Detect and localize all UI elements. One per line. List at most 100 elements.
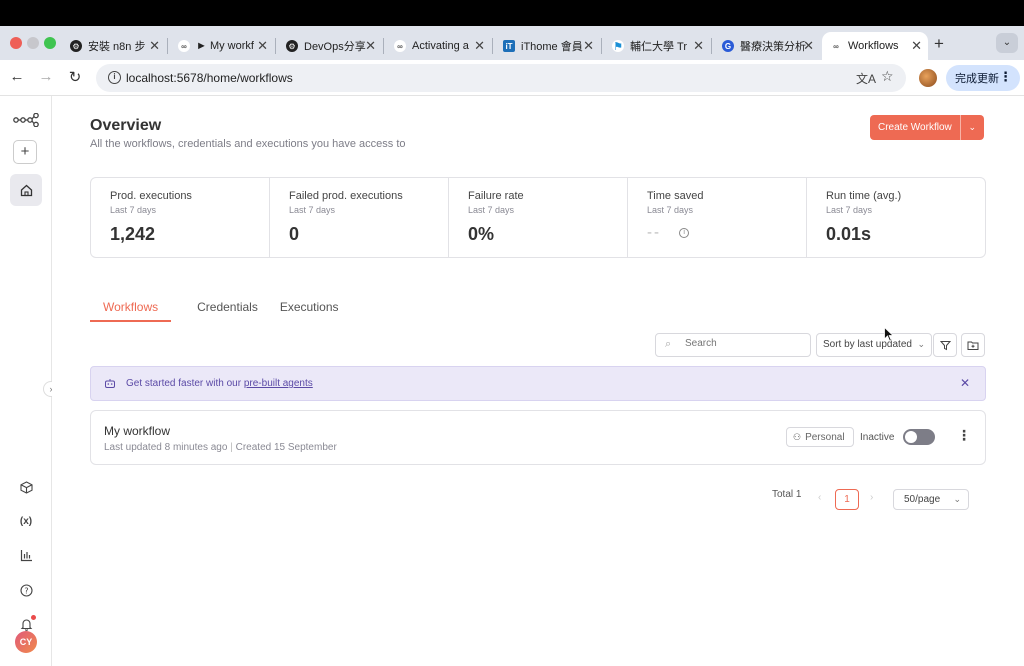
info-icon[interactable]: i — [679, 228, 690, 239]
browser-tab[interactable]: ∞ Activating a ✕ — [384, 32, 491, 60]
workflow-menu-kebab-icon[interactable]: ⋮ — [957, 428, 971, 442]
create-workflow-button-group: Create Workflow ⌄ — [870, 115, 984, 140]
reload-button[interactable]: ↻ — [66, 68, 84, 86]
browser-tab[interactable]: ⚙ 安裝 n8n 步 ✕ — [60, 32, 166, 60]
stat-prod-executions[interactable]: Prod. executions Last 7 days 1,242 — [91, 178, 270, 257]
app-sidebar: + › (x) ? CY — [0, 96, 59, 666]
close-tab-icon[interactable]: ✕ — [693, 39, 704, 53]
create-workflow-button[interactable]: Create Workflow — [870, 115, 960, 140]
n8n-icon: ∞ — [394, 40, 406, 52]
n8n-icon: ∞ — [830, 40, 842, 52]
close-tab-icon[interactable]: ✕ — [365, 39, 376, 53]
close-tab-icon[interactable]: ✕ — [149, 39, 160, 53]
filter-icon — [939, 340, 951, 350]
back-button[interactable]: ← — [8, 68, 26, 85]
sidebar-item-home[interactable] — [10, 174, 42, 206]
resource-tabs: Workflows Credentials Executions — [90, 294, 361, 322]
google-icon: G — [722, 40, 734, 52]
chevron-down-icon: ⌄ — [917, 339, 925, 349]
url-text[interactable]: localhost:5678/home/workflows — [126, 71, 293, 85]
new-folder-button[interactable] — [961, 333, 985, 357]
stat-run-time[interactable]: Run time (avg.) Last 7 days 0.01s — [807, 178, 985, 257]
browser-tab[interactable]: ∞ ► My workf ✕ — [168, 32, 274, 60]
owner-badge: ⚇ Personal — [786, 427, 854, 447]
n8n-logo-icon[interactable] — [13, 113, 39, 127]
main-content: Overview All the workflows, credentials … — [52, 96, 1024, 666]
chevron-down-icon: ⌄ — [953, 494, 961, 504]
search-input[interactable] — [685, 338, 795, 349]
browser-tab[interactable]: iT iThome 會員 ✕ — [493, 32, 600, 60]
browser-tab[interactable]: G 醫療決策分析 ✕ — [712, 32, 820, 60]
help-icon[interactable]: ? — [17, 581, 35, 599]
user-avatar[interactable]: CY — [15, 631, 37, 653]
close-tab-icon[interactable]: ✕ — [474, 39, 485, 53]
pagination-total: Total 1 — [772, 489, 802, 500]
page-size-select[interactable]: 50/page ⌄ — [893, 489, 969, 510]
notification-dot — [31, 615, 36, 620]
n8n-icon: ∞ — [178, 40, 190, 52]
close-icon[interactable]: ✕ — [960, 376, 970, 390]
robot-icon — [104, 378, 116, 392]
tab-strip: ⚙ 安裝 n8n 步 ✕ ∞ ► My workf ✕ ⚙ DevOps分享 ✕… — [0, 26, 1024, 60]
site-info-icon[interactable]: i — [108, 71, 121, 84]
forward-button[interactable]: → — [37, 68, 55, 85]
sort-select[interactable]: Sort by last updated ⌄ — [816, 333, 932, 357]
add-button[interactable]: + — [13, 140, 37, 164]
ithome-icon: iT — [503, 40, 515, 52]
activate-toggle[interactable] — [903, 429, 935, 445]
close-tab-icon[interactable]: ✕ — [257, 39, 268, 53]
menu-kebab-icon: ⋮ — [999, 69, 1012, 84]
openai-icon: ⚙ — [70, 40, 82, 52]
workflow-card[interactable]: My workflow Last updated 8 minutes ago |… — [90, 410, 986, 465]
stat-failure-rate[interactable]: Failure rate Last 7 days 0% — [449, 178, 628, 257]
workflow-name[interactable]: My workflow — [104, 424, 170, 438]
tab-credentials[interactable]: Credentials — [197, 294, 258, 322]
close-window-button[interactable] — [10, 37, 22, 49]
mouse-cursor-icon — [884, 327, 894, 342]
stat-failed-executions[interactable]: Failed prod. executions Last 7 days 0 — [270, 178, 449, 257]
browser-tab[interactable]: ⚙ DevOps分享 ✕ — [276, 32, 382, 60]
page-subtitle: All the workflows, credentials and execu… — [90, 138, 406, 150]
search-icon: ⌕ — [665, 338, 672, 350]
stat-time-saved[interactable]: Time saved Last 7 days -- i — [628, 178, 807, 257]
openai-icon: ⚙ — [286, 40, 298, 52]
tab-list-button[interactable]: ⌄ — [996, 33, 1018, 53]
filter-button[interactable] — [933, 333, 957, 357]
folder-plus-icon — [967, 341, 979, 350]
svg-text:?: ? — [24, 586, 28, 595]
fju-icon: ⚑ — [612, 40, 624, 53]
insights-icon[interactable] — [17, 546, 35, 564]
update-button[interactable]: 完成更新 ⋮ — [946, 65, 1020, 91]
create-options-chevron-icon[interactable]: ⌄ — [959, 115, 984, 140]
close-tab-icon[interactable]: ✕ — [803, 39, 814, 53]
close-tab-icon[interactable]: ✕ — [911, 39, 922, 53]
variables-icon[interactable]: (x) — [17, 512, 35, 530]
minimize-window-button[interactable] — [27, 37, 39, 49]
translate-icon[interactable]: 文A — [856, 70, 876, 87]
bookmark-star-icon[interactable]: ☆ — [881, 68, 894, 85]
browser-tab-active[interactable]: ∞ Workflows ✕ — [822, 32, 928, 60]
profile-avatar[interactable] — [919, 69, 937, 87]
new-tab-button[interactable]: + — [934, 34, 944, 54]
workflow-status: Inactive — [860, 432, 895, 443]
page-title: Overview — [90, 117, 162, 134]
page-number-current[interactable]: 1 — [835, 489, 859, 510]
close-tab-icon[interactable]: ✕ — [583, 39, 594, 53]
browser-toolbar: ← → ↻ i localhost:5678/home/workflows 文A… — [0, 60, 1024, 96]
tab-workflows[interactable]: Workflows — [90, 294, 172, 322]
browser-window: ⚙ 安裝 n8n 步 ✕ ∞ ► My workf ✕ ⚙ DevOps分享 ✕… — [0, 26, 1024, 666]
user-icon: ⚇ — [793, 432, 802, 442]
prev-page-icon[interactable]: ‹ — [818, 492, 821, 503]
stats-panel: Prod. executions Last 7 days 1,242 Faile… — [90, 177, 986, 258]
address-bar[interactable]: i localhost:5678/home/workflows 文A ☆ — [96, 64, 906, 92]
prebuilt-agents-link[interactable]: pre-built agents — [244, 378, 313, 389]
maximize-window-button[interactable] — [44, 37, 56, 49]
browser-tab[interactable]: ⚑ 輔仁大學 Tr ✕ — [602, 32, 710, 60]
workflow-meta: Last updated 8 minutes ago | Created 15 … — [104, 442, 337, 453]
home-icon — [20, 184, 32, 196]
templates-icon[interactable] — [17, 478, 35, 496]
next-page-icon[interactable]: › — [870, 492, 873, 503]
prebuilt-agents-banner: Get started faster with our pre-built ag… — [90, 366, 986, 401]
search-input-wrapper: ⌕ — [655, 333, 811, 357]
tab-executions[interactable]: Executions — [280, 294, 339, 322]
